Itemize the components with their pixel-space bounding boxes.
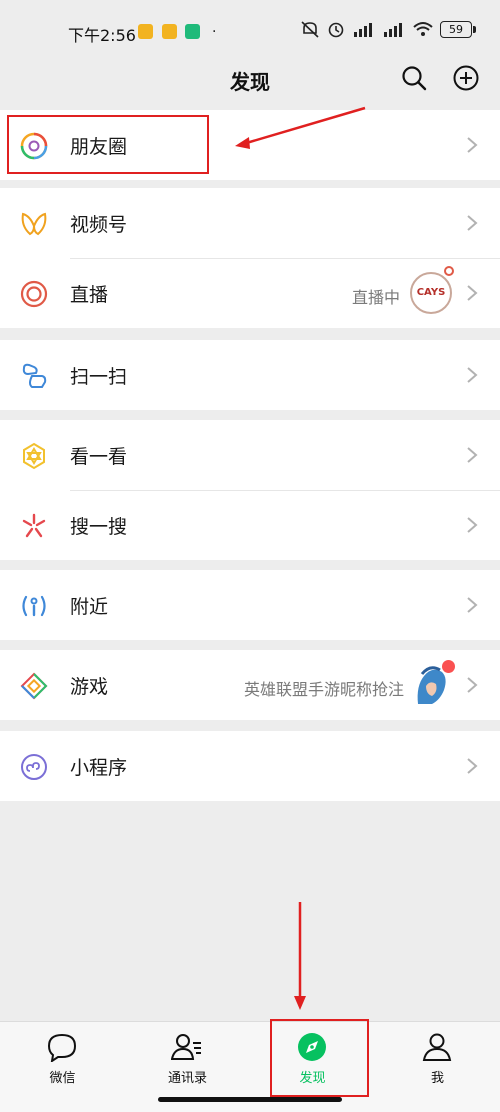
notification-dot-badge	[442, 660, 455, 673]
top-stories-label: 看一看	[70, 446, 128, 468]
chevron-right-icon	[467, 215, 478, 231]
home-indicator	[158, 1097, 342, 1102]
contacts-icon	[171, 1034, 201, 1060]
wifi-icon	[413, 22, 433, 36]
games-icon	[20, 672, 48, 700]
person-icon	[422, 1033, 452, 1061]
group-channels: 视频号 直播 直播中 CAYS	[0, 188, 500, 328]
tab-chats-label: 微信	[49, 1071, 76, 1086]
chevron-right-icon	[467, 367, 478, 383]
tab-contacts[interactable]: 通讯录	[125, 1022, 250, 1092]
group-scan: 扫一扫	[0, 340, 500, 410]
channels-label: 视频号	[70, 214, 128, 236]
annotation-arrow-discover	[294, 902, 306, 1010]
search-icon[interactable]	[400, 64, 428, 92]
signal-1-icon	[354, 23, 372, 37]
mini-programs-icon	[21, 754, 47, 780]
games-promo-hint: 英雄联盟手游昵称抢注	[243, 680, 404, 699]
top-stories-item[interactable]: 看一看	[0, 420, 500, 490]
live-item[interactable]: 直播 直播中 CAYS	[0, 258, 500, 328]
add-icon[interactable]	[452, 64, 480, 92]
status-bar: 下午2:56 · 59	[0, 0, 500, 62]
live-streamer-avatar: CAYS	[410, 272, 452, 314]
annotation-box-discover	[270, 1019, 369, 1097]
chevron-right-icon	[467, 677, 478, 693]
mini-programs-label: 小程序	[70, 757, 128, 779]
status-right: 59	[300, 20, 476, 38]
more-dot-icon: ·	[212, 24, 217, 40]
alarm-icon	[328, 22, 344, 38]
chevron-right-icon	[467, 597, 478, 613]
cloud-notification-icon	[138, 24, 153, 39]
search-feature-icon	[22, 513, 46, 538]
live-dot-badge	[444, 266, 454, 276]
live-label: 直播	[70, 284, 109, 306]
mute-icon	[301, 21, 319, 38]
live-avatar-text: CAYS	[416, 287, 446, 298]
tab-chats[interactable]: 微信	[0, 1022, 125, 1092]
live-status-hint: 直播中	[351, 288, 400, 307]
live-icon	[20, 280, 48, 308]
channels-icon	[21, 212, 47, 236]
mini-programs-item[interactable]: 小程序	[0, 731, 500, 801]
tab-contacts-label: 通讯录	[167, 1071, 207, 1086]
search-item[interactable]: 搜一搜	[0, 490, 500, 560]
chevron-right-icon	[467, 137, 478, 153]
scan-item[interactable]: 扫一扫	[0, 340, 500, 410]
chevron-right-icon	[467, 285, 478, 301]
annotation-box-moments	[7, 115, 209, 174]
games-item[interactable]: 游戏 英雄联盟手游昵称抢注	[0, 650, 500, 720]
chat-bubble-icon	[47, 1033, 77, 1062]
tab-me[interactable]: 我	[375, 1022, 500, 1092]
notes-notification-icon	[162, 24, 177, 39]
nearby-item[interactable]: 附近	[0, 570, 500, 640]
group-games: 游戏 英雄联盟手游昵称抢注	[0, 650, 500, 720]
signal-2-icon	[384, 23, 402, 37]
chevron-right-icon	[467, 758, 478, 774]
scan-icon	[22, 363, 47, 388]
top-stories-icon	[23, 442, 45, 470]
page-header: 发现	[0, 62, 500, 108]
nearby-icon	[22, 595, 46, 617]
search-label: 搜一搜	[70, 516, 128, 538]
scan-label: 扫一扫	[70, 366, 128, 388]
annotation-arrow-moments	[235, 106, 366, 149]
group-mini-programs: 小程序	[0, 731, 500, 801]
battery-indicator: 59	[440, 20, 476, 38]
tab-me-label: 我	[430, 1071, 444, 1086]
chevron-right-icon	[467, 447, 478, 463]
shield-notification-icon	[185, 24, 200, 39]
status-time: 下午2:56	[68, 26, 136, 45]
group-nearby: 附近	[0, 570, 500, 640]
games-label: 游戏	[70, 676, 109, 698]
channels-item[interactable]: 视频号	[0, 188, 500, 258]
chevron-right-icon	[467, 517, 478, 533]
group-stories: 看一看 搜一搜	[0, 420, 500, 560]
nearby-label: 附近	[70, 596, 109, 618]
